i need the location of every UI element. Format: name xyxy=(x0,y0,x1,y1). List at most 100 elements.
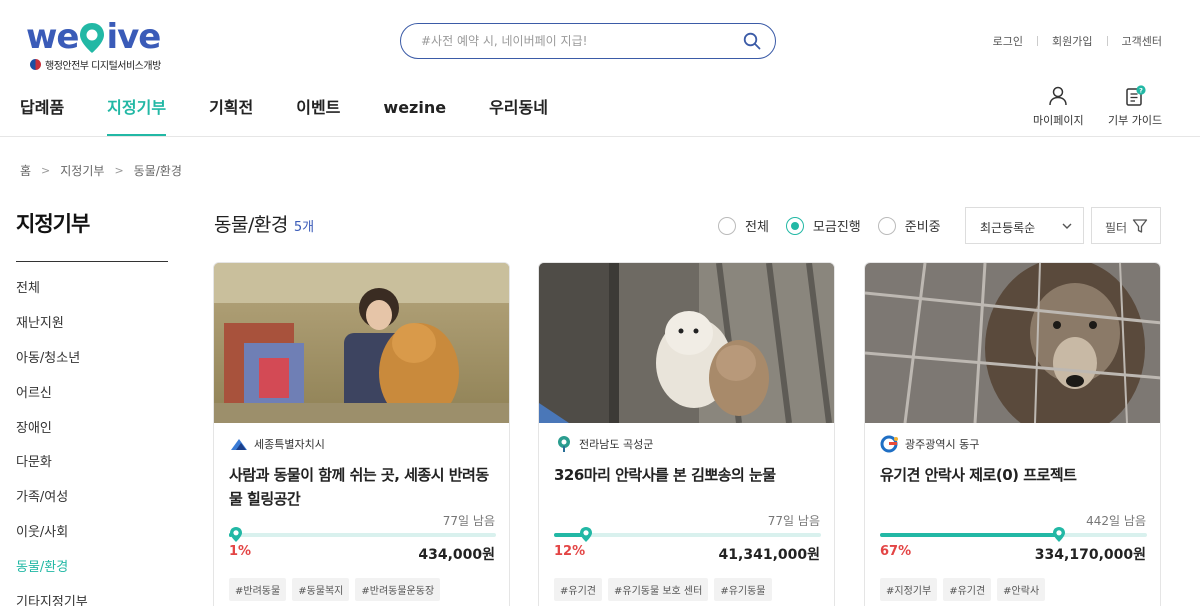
site-header: we ive 행정안전부 디지털서비스개방 로그인 회원가입 고객센터 xyxy=(0,0,1200,137)
chevron-right-icon: > xyxy=(41,164,51,177)
organization-name: 전라남도 곡성군 xyxy=(579,438,654,451)
hashtag[interactable]: #유기동물 xyxy=(714,578,772,601)
days-left: 77일 남음 xyxy=(767,514,820,528)
mypage-label: 마이페이지 xyxy=(1033,114,1084,127)
hashtag[interactable]: #안락사 xyxy=(997,578,1046,601)
campaign-title[interactable]: 유기견 안락사 제로(0) 프로젝트 xyxy=(880,463,1150,487)
radio-label: 준비중 xyxy=(904,220,941,235)
progress-pin-icon xyxy=(580,527,592,542)
nav-neighborhood[interactable]: 우리동네 xyxy=(489,97,548,121)
breadcrumb-home[interactable]: 홈 xyxy=(20,162,31,179)
signup-link[interactable]: 회원가입 xyxy=(1052,33,1092,49)
breadcrumb-designated[interactable]: 지정기부 xyxy=(60,162,104,179)
gokseong-logo-icon xyxy=(558,436,570,452)
filter-button[interactable]: 필터 xyxy=(1091,207,1161,244)
category-list: 전체 재난지원 아동/청소년 어르신 장애인 다문화 가족/여성 이웃/사회 동… xyxy=(16,280,88,606)
campaign-card[interactable]: 광주광역시 동구 유기견 안락사 제로(0) 프로젝트 442일 남음 67% … xyxy=(864,262,1161,606)
radio-circle[interactable] xyxy=(785,216,804,235)
sort-selected: 최근등록순 xyxy=(980,221,1036,235)
tag-list: #지정기부 #유기견 #안락사 xyxy=(880,578,1051,601)
wegive-logo[interactable]: we ive 행정안전부 디지털서비스개방 xyxy=(26,20,186,76)
guide-badge: ? xyxy=(1139,86,1143,94)
category-disabled[interactable]: 장애인 xyxy=(16,420,88,455)
search-icon[interactable] xyxy=(743,32,761,50)
radio-in-progress[interactable]: 모금진행 xyxy=(785,216,861,235)
progress-percent: 67% xyxy=(880,544,912,559)
main-nav: 답례품 지정기부 기획전 이벤트 wezine 우리동네 xyxy=(20,97,591,136)
filter-label: 필터 xyxy=(1105,221,1128,235)
sidebar-title: 지정기부 xyxy=(16,212,90,236)
tag-list: #유기견 #유기동물 보호 센터 #유기동물 xyxy=(554,578,778,601)
progress-pin-icon xyxy=(230,527,242,542)
hashtag[interactable]: #반려동물 xyxy=(229,578,287,601)
progress-bar xyxy=(229,527,496,542)
guide-label: 기부 가이드 xyxy=(1108,114,1163,127)
campaign-card[interactable]: 전라남도 곡성군 326마리 안락사를 본 김뽀송의 눈물 77일 남음 12%… xyxy=(538,262,835,606)
result-count: 5개 xyxy=(293,220,315,235)
campaign-photo-dog-in-cage[interactable] xyxy=(865,263,1160,423)
funnel-icon xyxy=(1132,219,1148,233)
nav-gift[interactable]: 답례품 xyxy=(20,97,64,121)
hashtag[interactable]: #지정기부 xyxy=(880,578,938,601)
category-neighbor[interactable]: 이웃/사회 xyxy=(16,524,88,559)
page-title: 동물/환경 5개 xyxy=(214,210,314,237)
organization: 광주광역시 동구 xyxy=(880,435,979,453)
nav-event[interactable]: 이벤트 xyxy=(296,97,340,121)
breadcrumb-current[interactable]: 동물/환경 xyxy=(134,162,182,179)
tag-list: #반려동물 #동물복지 #반려동물운동장 xyxy=(229,578,446,601)
donation-guide-button[interactable]: ? 기부 가이드 xyxy=(1108,85,1162,128)
organization-name: 세종특별자치시 xyxy=(254,438,325,451)
status-filter: 전체 모금진행 준비중 xyxy=(718,216,958,235)
campaign-title[interactable]: 326마리 안락사를 본 김뽀송의 눈물 xyxy=(554,463,824,487)
nav-special[interactable]: 기획전 xyxy=(209,97,253,121)
logo-subtitle: 행정안전부 디지털서비스개방 xyxy=(45,61,161,72)
days-left: 77일 남음 xyxy=(442,514,495,528)
campaign-photo-woman-with-dog[interactable] xyxy=(214,263,509,423)
campaign-photo-puppies[interactable] xyxy=(539,263,834,423)
nav-designated-donation[interactable]: 지정기부 xyxy=(107,97,166,136)
breadcrumb: 홈 > 지정기부 > 동물/환경 xyxy=(20,162,182,179)
top-links: 로그인 회원가입 고객센터 xyxy=(993,33,1162,49)
progress-percent: 12% xyxy=(554,544,586,559)
radio-circle[interactable] xyxy=(877,216,896,235)
radio-circle[interactable] xyxy=(718,216,736,235)
campaign-title[interactable]: 사람과 동물이 함께 쉬는 곳, 세종시 반려동물 힐링공간 xyxy=(229,463,499,511)
progress-bar xyxy=(554,527,821,542)
organization: 세종특별자치시 xyxy=(229,435,325,453)
mypage-button[interactable]: 마이페이지 xyxy=(1033,85,1084,128)
category-disaster[interactable]: 재난지원 xyxy=(16,315,88,350)
divider xyxy=(1037,36,1039,46)
progress-percent: 1% xyxy=(229,544,252,559)
progress-bar xyxy=(880,527,1147,542)
guide-book-icon: ? xyxy=(1126,85,1146,106)
login-link[interactable]: 로그인 xyxy=(993,33,1023,49)
user-icon xyxy=(1049,86,1068,106)
hashtag[interactable]: #동물복지 xyxy=(292,578,350,601)
page-title-text: 동물/환경 xyxy=(214,214,288,236)
category-youth[interactable]: 아동/청소년 xyxy=(16,350,88,385)
category-elderly[interactable]: 어르신 xyxy=(16,385,88,420)
radio-all[interactable]: 전체 xyxy=(718,216,769,235)
category-other[interactable]: 기타지정기부 xyxy=(16,594,88,606)
search-input[interactable] xyxy=(421,32,721,50)
customer-center-link[interactable]: 고객센터 xyxy=(1122,33,1162,49)
campaign-card[interactable]: 세종특별자치시 사람과 동물이 함께 쉬는 곳, 세종시 반려동물 힐링공간 7… xyxy=(213,262,510,606)
category-all[interactable]: 전체 xyxy=(16,280,88,315)
sejong-logo-icon xyxy=(231,439,247,450)
hashtag[interactable]: #유기견 xyxy=(554,578,602,601)
category-animal-environment[interactable]: 동물/환경 xyxy=(16,559,88,594)
days-left: 442일 남음 xyxy=(1086,514,1146,528)
progress-fill xyxy=(880,533,1059,537)
raised-amount: 334,170,000원 xyxy=(1034,547,1146,563)
hashtag[interactable]: #유기동물 보호 센터 xyxy=(607,578,709,601)
sort-select[interactable]: 최근등록순 xyxy=(965,207,1084,244)
logo-text-we: we xyxy=(26,17,79,57)
radio-preparing[interactable]: 준비중 xyxy=(877,216,941,235)
category-multicultural[interactable]: 다문화 xyxy=(16,454,88,489)
search-box xyxy=(400,23,776,59)
category-family[interactable]: 가족/여성 xyxy=(16,489,88,524)
nav-wezine[interactable]: wezine xyxy=(383,97,446,121)
hashtag[interactable]: #반려동물운동장 xyxy=(355,578,441,601)
hashtag[interactable]: #유기견 xyxy=(943,578,992,601)
raised-amount: 41,341,000원 xyxy=(718,547,820,563)
